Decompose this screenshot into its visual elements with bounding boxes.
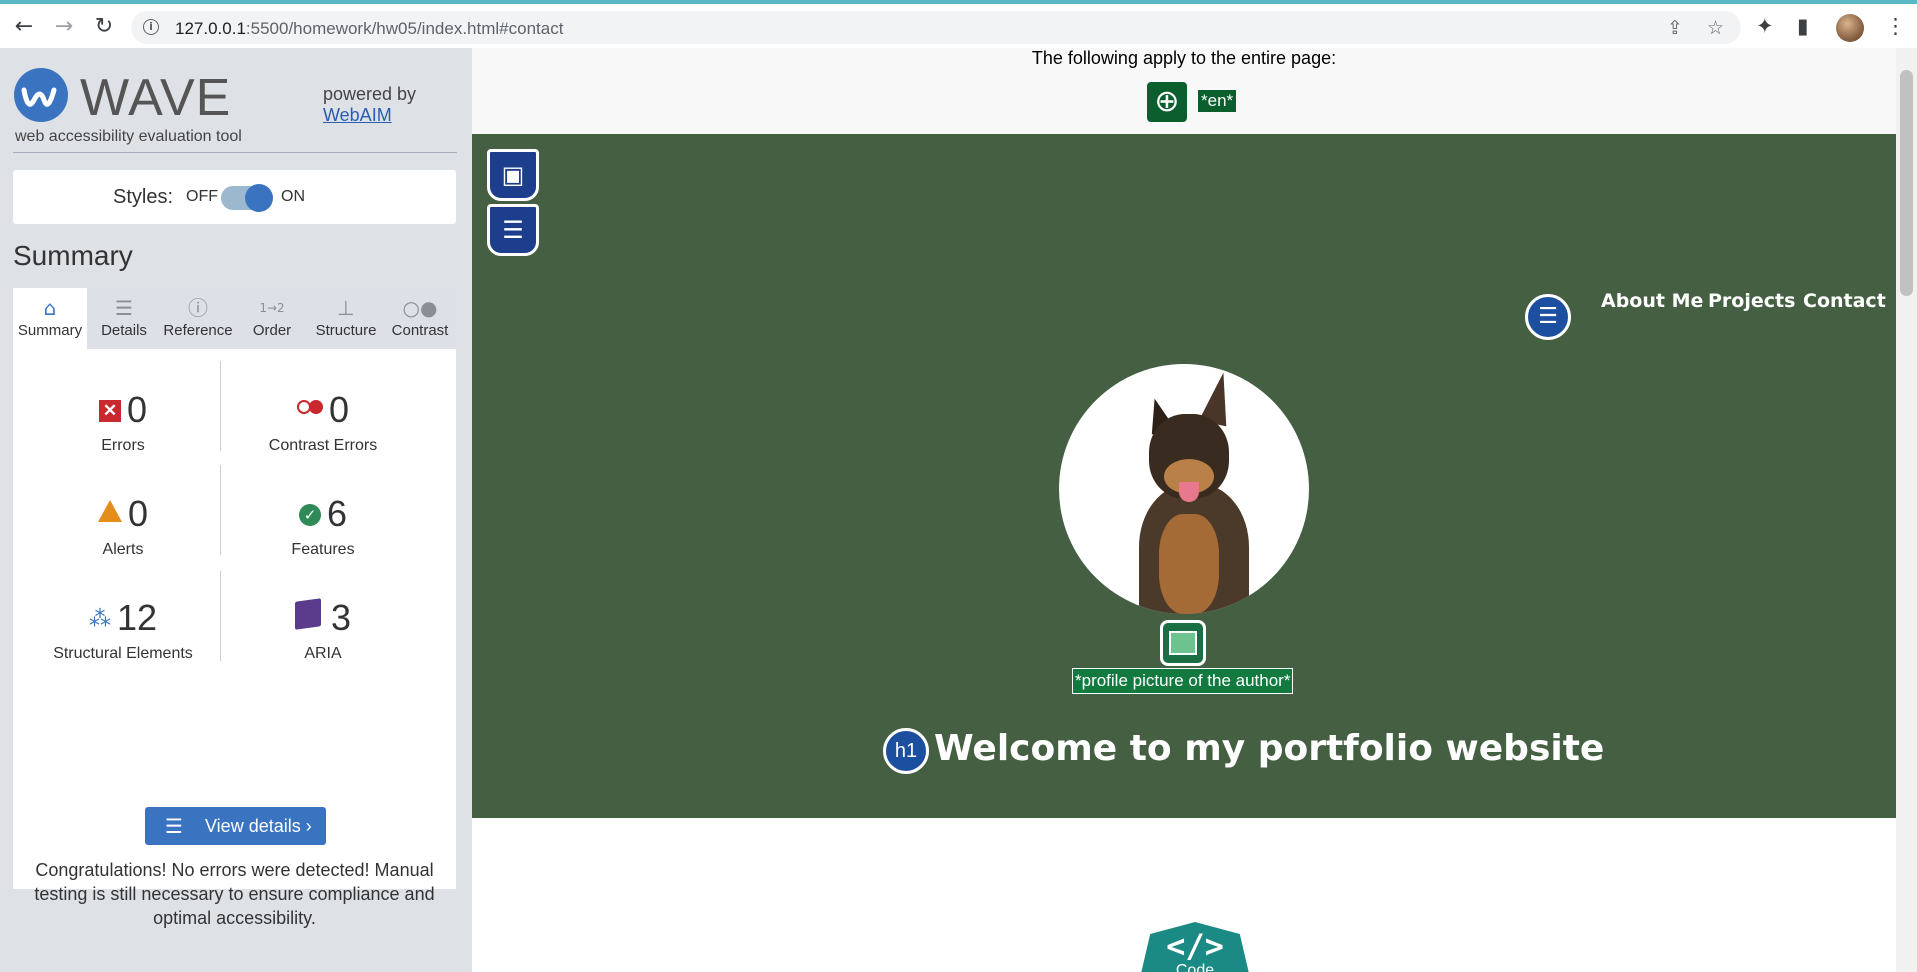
structure-icon: ⁂ [88,607,111,632]
language-globe-icon[interactable]: ⊕ [1147,82,1187,122]
image-icon [1169,631,1197,655]
stat-alerts[interactable]: 0 Alerts [23,493,223,559]
nav-projects[interactable]: Projects [1708,290,1795,312]
contrast-icon: ○● [402,296,438,320]
reload-icon[interactable]: ↻ [90,12,118,40]
order-icon: 1→2 [259,301,285,315]
list-icon: ☰ [165,814,183,838]
main-region-icon[interactable]: ☰ [487,204,539,256]
page-scrollbar[interactable] [1896,48,1917,972]
back-arrow-icon[interactable]: ← [10,12,38,40]
styles-toggle[interactable] [221,184,273,212]
menu-dots-icon[interactable]: ⋮ [1885,14,1911,40]
divider [13,152,457,153]
tab-summary[interactable]: ⌂ Summary [13,288,87,349]
navigation-icon[interactable]: ☰ [1525,294,1571,340]
tab-reference[interactable]: ⓘ Reference [161,288,235,349]
congrats-message: Congratulations! No errors were detected… [34,860,435,928]
nav-about-me[interactable]: About Me [1601,290,1703,312]
powered-by: powered by WebAIM [323,84,417,126]
wave-logo-icon [14,68,68,122]
list-icon: ☰ [115,296,133,320]
browser-toolbar: ← → ↻ i 127.0.0.1:5500/homework/hw05/ind… [0,0,1917,48]
stat-contrast-errors[interactable]: 0 Contrast Errors [223,389,423,455]
summary-heading: Summary [13,240,133,271]
url-text[interactable]: 127.0.0.1:5500/homework/hw05/index.html#… [175,19,563,39]
evaluated-page: The following apply to the entire page: … [472,48,1896,972]
share-icon[interactable]: ⇪ [1667,17,1683,39]
scroll-thumb[interactable] [1900,70,1913,296]
tab-order[interactable]: 1→2 Order [235,288,309,349]
tab-structure[interactable]: ⊥ Structure [309,288,383,349]
wave-wordmark: WAVE [80,69,232,127]
tab-contrast[interactable]: ○● Contrast [383,288,457,349]
nav-contact[interactable]: Contact [1803,290,1886,312]
code-icon[interactable]: </> Code [1139,922,1251,972]
webaim-link[interactable]: WebAIM [323,105,416,126]
hero-section: ▣ ☰ ☰ About Me Projects Contact *profile… [472,134,1896,818]
stat-structural[interactable]: ⁂ 12 Structural Elements [23,597,223,663]
wave-tagline: web accessibility evaluation tool [15,128,242,145]
h1-icon[interactable]: h1 [883,728,929,774]
profile-picture [1059,364,1309,614]
dog-chest [1159,514,1219,614]
forward-arrow-icon[interactable]: → [50,12,78,40]
styles-on-label: ON [281,188,305,205]
image-alt-label: *profile picture of the author* [1072,668,1294,694]
page-apply-text: The following apply to the entire page: [1031,48,1337,68]
stat-features[interactable]: ✓ 6 Features [223,493,423,559]
stat-errors[interactable]: ✕ 0 Errors [23,389,223,455]
wave-tabs: ⌂ Summary ☰ Details ⓘ Reference 1→2 Orde… [13,288,456,349]
hierarchy-icon: ⊥ [337,296,355,320]
side-panel-icon[interactable]: ▮ [1797,14,1823,40]
styles-off-label: OFF [186,188,218,205]
image-alt-icon[interactable] [1160,620,1206,666]
home-icon: ⌂ [43,296,57,320]
extensions-icon[interactable]: ✦ [1756,14,1782,40]
profile-avatar[interactable] [1836,14,1864,42]
address-bar[interactable]: i 127.0.0.1:5500/homework/hw05/index.htm… [131,11,1741,44]
site-info-icon[interactable]: i [143,19,159,35]
tab-details[interactable]: ☰ Details [87,288,161,349]
styles-toggle-box: Styles: OFF ON [13,170,456,224]
toggle-knob [245,184,273,212]
stat-aria[interactable]: 3 ARIA [223,597,423,663]
language-label: *en* [1198,90,1237,112]
view-details-button[interactable]: ☰ View details › [145,807,326,845]
star-icon[interactable]: ☆ [1707,17,1724,39]
page-title: Welcome to my portfolio website [934,728,1605,769]
contrast-error-icon [296,400,323,419]
aria-icon [294,598,321,630]
page-level-notes: The following apply to the entire page: … [472,48,1896,134]
styles-label: Styles: [113,186,174,208]
info-icon: ⓘ [188,296,208,320]
dog-tongue [1179,482,1199,502]
wave-sidebar: WAVE web accessibility evaluation tool p… [0,48,472,972]
alert-icon [97,500,122,522]
feature-check-icon: ✓ [298,504,321,526]
header-region-icon[interactable]: ▣ [487,149,539,201]
error-icon: ✕ [98,400,121,422]
